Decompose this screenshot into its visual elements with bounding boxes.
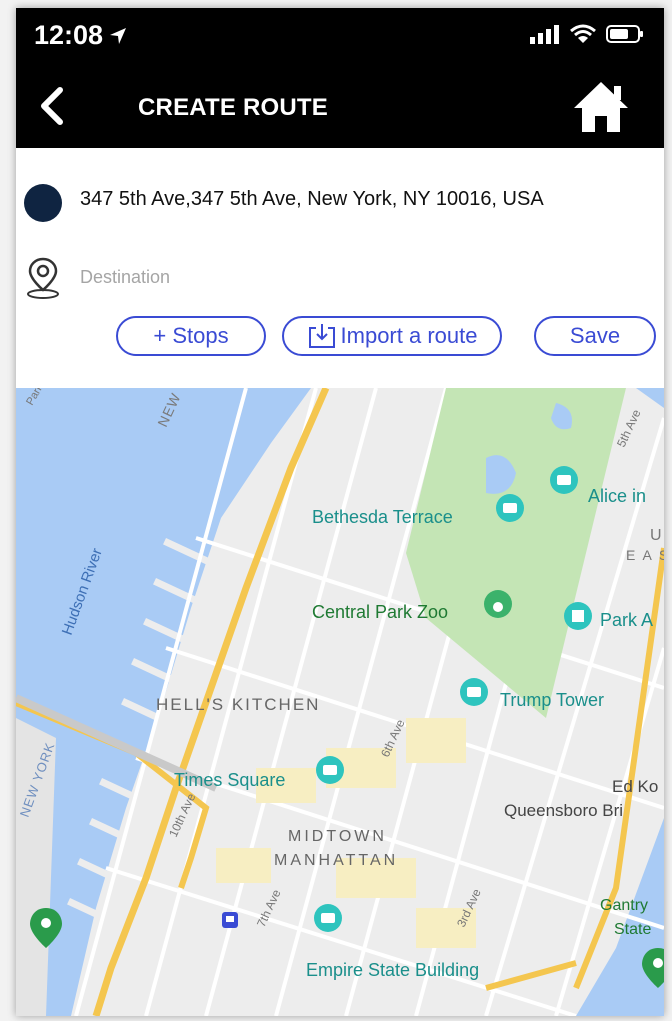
label-midtown: MIDTOWN bbox=[288, 828, 387, 845]
location-pin-icon bbox=[27, 257, 59, 299]
route-form: 347 5th Ave,347 5th Ave, New York, NY 10… bbox=[16, 148, 664, 388]
svg-text:Empire State Building: Empire State Building bbox=[306, 960, 479, 980]
phone-screen: 12:08 CREATE ROUTE 347 5th Ave,347 5th A… bbox=[16, 8, 664, 1016]
origin-marker bbox=[24, 184, 62, 222]
back-chevron-icon[interactable] bbox=[34, 86, 70, 126]
destination-input[interactable] bbox=[78, 266, 482, 289]
transit-marker[interactable] bbox=[222, 912, 238, 928]
save-button[interactable]: Save bbox=[534, 316, 656, 356]
import-icon bbox=[308, 324, 335, 348]
battery-icon bbox=[606, 25, 643, 43]
save-label: Save bbox=[569, 323, 621, 348]
label-state: State bbox=[614, 921, 651, 938]
import-route-label: Import a route bbox=[340, 323, 478, 348]
origin-address[interactable]: 347 5th Ave,347 5th Ave, New York, NY 10… bbox=[80, 188, 544, 211]
top-bar: 12:08 CREATE ROUTE bbox=[16, 8, 664, 148]
label-gantry: Gantry bbox=[600, 897, 648, 914]
svg-text:Trump Tower: Trump Tower bbox=[500, 690, 604, 710]
home-icon[interactable] bbox=[572, 78, 630, 134]
label-manhattan: MANHATTAN bbox=[274, 852, 398, 869]
map-view[interactable]: NEW YORK Hudson River NEW YORK HELL'S KI… bbox=[16, 388, 664, 1016]
time-text: 12:08 bbox=[34, 20, 104, 50]
label-eas: E A S bbox=[626, 547, 664, 563]
add-stops-button[interactable]: + Stops bbox=[116, 316, 266, 356]
location-arrow-icon bbox=[110, 27, 127, 44]
label-hells-kitchen: HELL'S KITCHEN bbox=[156, 695, 320, 714]
svg-text:Bethesda Terrace: Bethesda Terrace bbox=[312, 507, 453, 527]
label-queensboro-bridge: Queensboro Bri bbox=[504, 801, 623, 820]
add-stops-label: + Stops bbox=[153, 323, 229, 348]
import-route-button[interactable]: Import a route bbox=[282, 316, 502, 356]
wifi-icon bbox=[570, 24, 596, 43]
page-title: CREATE ROUTE bbox=[138, 94, 328, 121]
label-u: U bbox=[650, 527, 662, 544]
status-icons bbox=[530, 24, 644, 44]
svg-text:Times Square: Times Square bbox=[174, 770, 285, 790]
svg-text:Park A: Park A bbox=[600, 610, 653, 630]
label-ed-koch: Ed Ko bbox=[612, 777, 658, 796]
svg-text:Alice in: Alice in bbox=[588, 486, 646, 506]
status-time: 12:08 bbox=[34, 20, 127, 51]
svg-text:Central Park Zoo: Central Park Zoo bbox=[312, 602, 448, 622]
signal-icon bbox=[530, 25, 559, 44]
